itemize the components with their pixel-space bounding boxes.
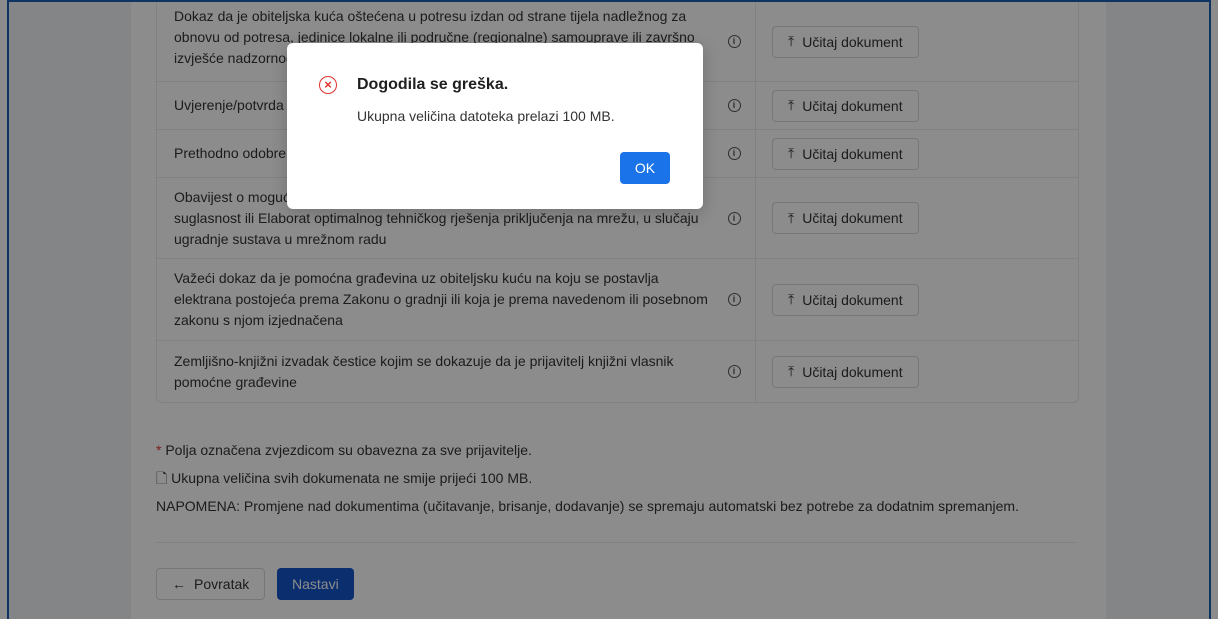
ok-button[interactable]: OK — [620, 152, 670, 184]
error-circle-icon: × — [319, 76, 337, 94]
dialog-title: Dogodila se greška. — [357, 76, 509, 93]
error-dialog: × Dogodila se greška. Ukupna veličina da… — [287, 43, 703, 209]
dialog-message: Ukupna veličina datoteka prelazi 100 MB. — [357, 108, 615, 124]
